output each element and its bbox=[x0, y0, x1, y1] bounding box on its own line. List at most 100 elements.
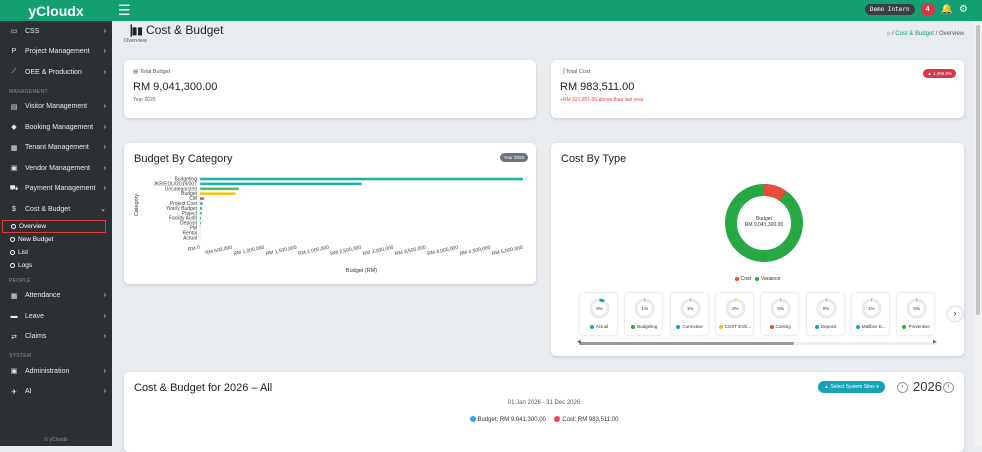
notification-count-badge[interactable]: 4 bbox=[920, 3, 935, 16]
x-tick-label: RM 3,000,000 bbox=[362, 245, 394, 257]
cost-type-gauge[interactable]: 1% bbox=[850, 292, 890, 336]
bar[interactable] bbox=[200, 177, 523, 181]
sidebar-item-label: Tenant Management bbox=[25, 144, 89, 152]
hamburger-menu-icon[interactable]: ☰ bbox=[118, 2, 131, 19]
gauge-percent: 9% bbox=[596, 306, 603, 311]
sidebar-subitem-label: Overview bbox=[19, 222, 47, 230]
gauge-percent: 1% bbox=[868, 306, 875, 311]
brand-logo[interactable]: yCloudx bbox=[0, 0, 112, 21]
total-cost-comparison: +RM 921,851.00 above than last year bbox=[560, 97, 644, 103]
home-icon[interactable]: ⌂ bbox=[887, 31, 891, 37]
project-icon: P bbox=[11, 48, 17, 56]
gauge-label: Costing bbox=[757, 324, 803, 329]
chevron-icon: › bbox=[103, 388, 106, 396]
sidebar-subitem-label: List bbox=[18, 248, 29, 256]
sidebar-subitem-logs[interactable]: Logs bbox=[0, 259, 112, 272]
section-header-system: SYSTEM bbox=[9, 353, 32, 359]
legend-dot bbox=[902, 324, 907, 329]
legend-budget[interactable]: Budget: RM 9,041,300.00 bbox=[469, 416, 546, 423]
prev-year-button[interactable]: ‹ bbox=[897, 382, 908, 393]
sidebar-item-cost-budget[interactable]: $ Cost & Budget ⌄ bbox=[0, 199, 112, 220]
carousel-scrollbar[interactable] bbox=[579, 342, 937, 345]
bar[interactable] bbox=[200, 207, 202, 210]
sidebar-item-administration[interactable]: ▣ Administration › bbox=[0, 361, 112, 382]
sidebar-item-label: Vendor Management bbox=[25, 164, 90, 172]
yearly-legend: Budget: RM 9,041,300.00 Cost: RM 983,511… bbox=[124, 416, 964, 423]
next-year-button[interactable]: › bbox=[943, 382, 954, 393]
scroll-right-icon[interactable]: ▶ bbox=[933, 339, 937, 345]
user-badge[interactable]: Demo Intern bbox=[864, 4, 915, 15]
year-label: 2026 bbox=[913, 379, 942, 394]
select-system-sites-button[interactable]: ▲ Select System Sites ▾ bbox=[818, 381, 885, 393]
sidebar-item-tenant-management[interactable]: ▦ Tenant Management › bbox=[0, 138, 112, 159]
user-settings-icon[interactable]: ⚙ bbox=[959, 4, 968, 15]
cost-budget-yearly-card: Cost & Budget for 2026 – All ▲ Select Sy… bbox=[124, 372, 964, 452]
x-tick-label: RM 500,000 bbox=[205, 245, 233, 257]
sidebar-item-booking-management[interactable]: ◆ Booking Management › bbox=[0, 117, 112, 138]
gauge-percent: 0% bbox=[822, 306, 830, 311]
y-tick-label: Actual bbox=[183, 235, 197, 241]
x-axis-label: Budget (RM) bbox=[346, 268, 377, 274]
cost-type-gauge[interactable]: 2% bbox=[714, 292, 754, 336]
legend-cost[interactable]: Cost bbox=[734, 276, 751, 282]
cost-type-gauge[interactable]: 9% bbox=[579, 292, 618, 336]
cost-type-gauge[interactable]: 1% bbox=[669, 292, 709, 336]
budget-by-category-chart: BudgetingJKR/EDU/2019/007UncategorizedBu… bbox=[134, 177, 524, 275]
sidebar-item-vendor-management[interactable]: ▣ Vendor Management › bbox=[0, 158, 112, 179]
gauge-percent: 2% bbox=[732, 306, 739, 311]
bar[interactable] bbox=[200, 202, 203, 205]
scroll-left-icon[interactable]: ◀ bbox=[577, 339, 581, 345]
x-tick-label: RM 3,500,000 bbox=[395, 245, 427, 257]
bar[interactable] bbox=[200, 197, 204, 200]
total-budget-label: ▤ Total Budget bbox=[133, 69, 171, 75]
sidebar-item-oee-production[interactable]: ⟋ OEE & Production › bbox=[0, 62, 112, 83]
sidebar-subitem-overview[interactable]: Overview bbox=[2, 219, 106, 233]
building-icon: ▦ bbox=[10, 144, 18, 152]
vendor-icon: ▣ bbox=[10, 165, 18, 173]
sidebar-item-label: OEE & Production bbox=[25, 68, 82, 76]
sidebar-subitem-label: New Budget bbox=[18, 235, 54, 243]
chevron-icon: › bbox=[103, 48, 106, 56]
bar[interactable] bbox=[200, 187, 239, 191]
cost-type-gauge[interactable]: 1% bbox=[624, 292, 664, 336]
legend-variance[interactable]: Variance bbox=[755, 276, 780, 282]
yearly-title: Cost & Budget for 2026 – All bbox=[134, 382, 273, 394]
chevron-icon: › bbox=[103, 367, 106, 375]
sidebar-item-leave[interactable]: ▬ Leave › bbox=[0, 306, 112, 327]
bar[interactable] bbox=[200, 182, 362, 186]
breadcrumb-cost-budget[interactable]: Cost & Budget bbox=[895, 31, 934, 37]
sidebar-item-ai[interactable]: ✈ AI › bbox=[0, 382, 112, 403]
cost-type-gauge[interactable]: 0% bbox=[805, 292, 845, 336]
gauge-label: Deposit bbox=[803, 324, 849, 329]
bar[interactable] bbox=[200, 192, 236, 195]
sidebar-item-label: Booking Management bbox=[25, 123, 94, 131]
sidebar-item-label: Claims bbox=[25, 333, 47, 341]
breadcrumb: ⌂ / Cost & Budget / Overview bbox=[886, 31, 964, 37]
page-scroll-thumb[interactable] bbox=[976, 25, 980, 315]
sidebar-item-attendance[interactable]: ▦ Attendance › bbox=[0, 286, 112, 307]
sidebar-item-project-management[interactable]: P Project Management › bbox=[0, 42, 112, 63]
legend-cost-yearly[interactable]: Cost: RM 983,511.00 bbox=[554, 416, 619, 423]
x-tick-label: RM 0 bbox=[187, 245, 200, 253]
sidebar-item-label: AI bbox=[25, 388, 32, 396]
cost-change-badge: ▲ 1,495.5% bbox=[923, 69, 956, 78]
chevron-icon: ⌄ bbox=[100, 206, 106, 214]
calendar-icon: ▦ bbox=[10, 292, 18, 300]
sidebar-subitem-new-budget[interactable]: New Budget bbox=[0, 233, 112, 246]
cost-type-gauge[interactable]: 0% bbox=[760, 292, 800, 336]
sidebar-item-payment-management[interactable]: ⛟ Payment Management › bbox=[0, 179, 112, 200]
sidebar-item-visitor-management[interactable]: ▤ Visitor Management › bbox=[0, 97, 112, 118]
sidebar-item-claims[interactable]: ⇄ Claims › bbox=[0, 327, 112, 348]
cost-by-type-title: Cost By Type bbox=[561, 153, 627, 165]
total-budget-value: RM 9,041,300.00 bbox=[133, 81, 218, 93]
sidebar-item-css[interactable]: ▭ CSS › bbox=[0, 21, 112, 42]
bell-icon[interactable]: 🔔 bbox=[941, 4, 953, 15]
admin-icon: ▣ bbox=[10, 368, 18, 376]
carousel-next-button[interactable]: › bbox=[948, 307, 962, 321]
legend-dot bbox=[769, 324, 774, 329]
sidebar-subitem-list[interactable]: List bbox=[0, 246, 112, 259]
donut-center-label: Budget RM 9,041,300.00 bbox=[744, 216, 784, 228]
gauge-percent: 1% bbox=[686, 306, 694, 311]
donut-legend: Cost Variance bbox=[551, 276, 964, 282]
cost-type-gauge[interactable]: 0% bbox=[896, 292, 936, 336]
